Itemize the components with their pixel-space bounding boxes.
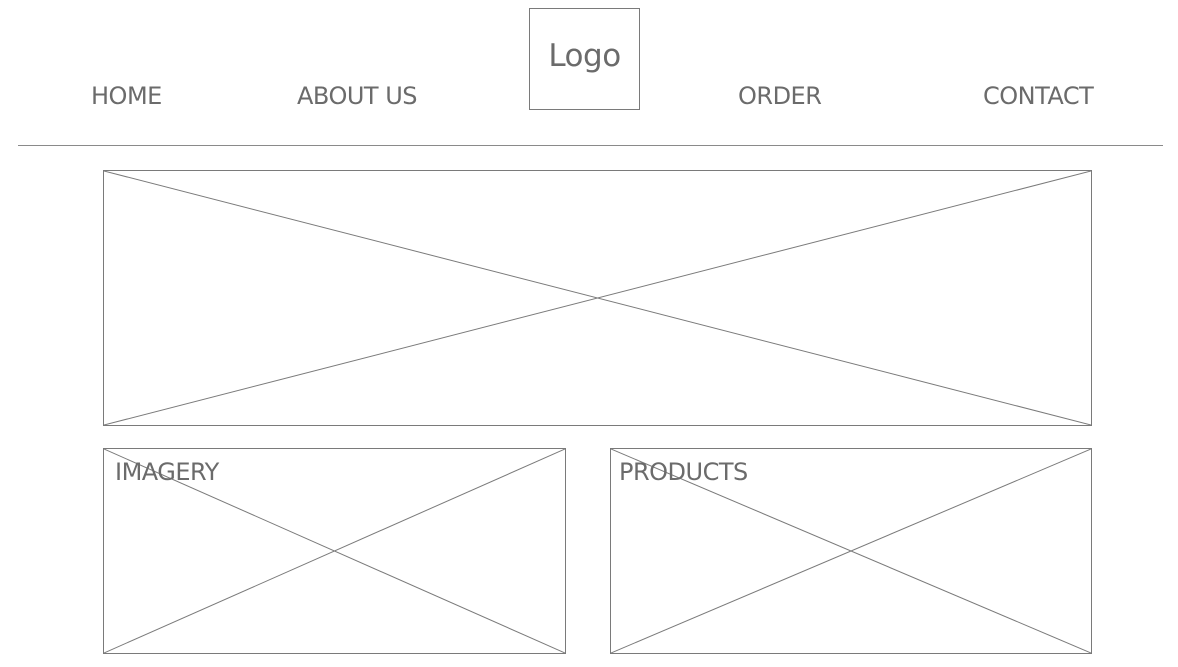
imagery-section-placeholder: IMAGERY	[103, 448, 566, 654]
nav-about-us-link[interactable]: ABOUT US	[297, 80, 418, 112]
products-section-placeholder: PRODUCTS	[610, 448, 1092, 654]
nav-home-link[interactable]: HOME	[91, 80, 162, 112]
products-section-label: PRODUCTS	[619, 458, 748, 486]
image-placeholder-cross-icon	[104, 171, 1091, 425]
hero-image-placeholder	[103, 170, 1092, 426]
nav-contact-link[interactable]: CONTACT	[983, 80, 1094, 112]
header-divider	[18, 145, 1163, 146]
logo-text: Logo	[548, 38, 621, 74]
nav-order-link[interactable]: ORDER	[738, 80, 822, 112]
logo-placeholder[interactable]: Logo	[529, 8, 640, 110]
imagery-section-label: IMAGERY	[115, 458, 219, 486]
